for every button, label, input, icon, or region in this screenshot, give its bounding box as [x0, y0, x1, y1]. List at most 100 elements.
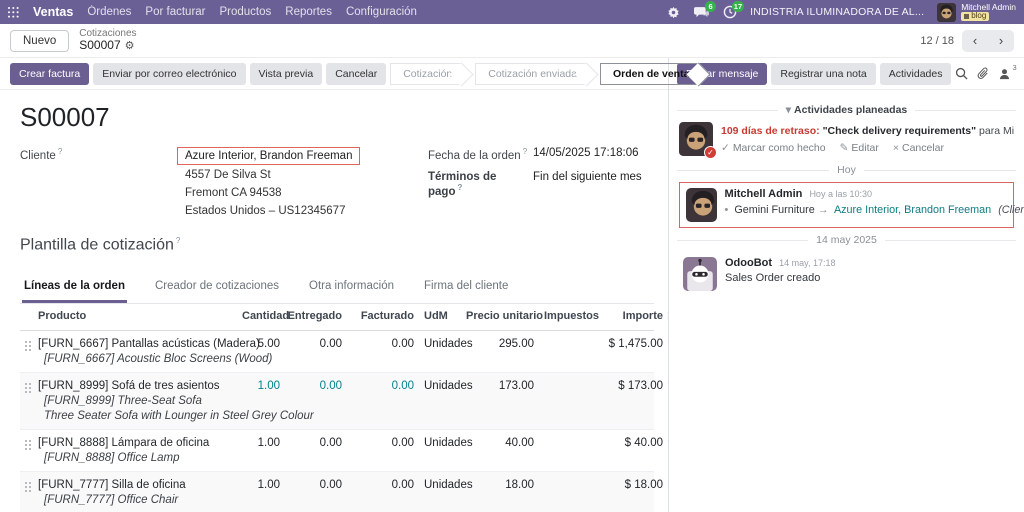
- user-avatar: [937, 2, 957, 22]
- cancel-button[interactable]: Cancelar: [326, 62, 387, 85]
- pager-next-button[interactable]: ›: [988, 30, 1014, 52]
- activities-button[interactable]: Actividades: [879, 62, 952, 85]
- message-tracking[interactable]: Mitchell Admin Hoy a las 10:30 • Gemini …: [679, 182, 1024, 228]
- customer-field[interactable]: Azure Interior, Brandon Freeman: [177, 147, 361, 165]
- table-row[interactable]: [FURN_8999] Sofá de tres asientos [FURN_8…: [20, 372, 668, 430]
- company-name[interactable]: INDISTRIA ILUMINADORA DE AL...: [750, 6, 924, 18]
- apps-grid-icon[interactable]: [8, 6, 19, 18]
- message-body: Sales Order creado: [725, 272, 821, 284]
- drag-handle-icon[interactable]: [20, 331, 36, 350]
- nav-item-reportes[interactable]: Reportes: [285, 6, 332, 18]
- order-date-field[interactable]: 14/05/2025 17:18:06: [533, 147, 639, 162]
- trash-icon[interactable]: [665, 331, 668, 361]
- nav-item-productos[interactable]: Productos: [220, 6, 272, 18]
- col-udm[interactable]: UdM: [416, 304, 464, 328]
- tab-creador-de-cotizaciones[interactable]: Creador de cotizaciones: [153, 273, 281, 303]
- app-name[interactable]: Ventas: [33, 5, 73, 19]
- help-marker: ?: [57, 147, 63, 156]
- form-pane: Crear factura Enviar por correo electrón…: [0, 58, 700, 512]
- order-sheet: S00007 Cliente? Azure Interior, Brandon …: [0, 90, 668, 512]
- message-author[interactable]: OdooBot: [725, 257, 772, 269]
- status-step-orden-de-venta[interactable]: Orden de venta: [599, 62, 700, 85]
- mark-done-link[interactable]: ✓ Marcar como hecho: [721, 142, 826, 154]
- trash-icon[interactable]: [665, 373, 668, 403]
- attachment-icon[interactable]: [977, 67, 989, 80]
- user-menu[interactable]: Mitchell Admin blog: [937, 2, 1016, 22]
- activity-clock-icon[interactable]: 17: [722, 0, 745, 20]
- arrow-right-icon: →: [817, 204, 829, 216]
- customer-label: Cliente?: [20, 147, 63, 162]
- payment-terms-label: Términos de pago?: [428, 170, 497, 198]
- table-row[interactable]: [FURN_7777] Silla de oficina [FURN_7777] …: [20, 471, 668, 512]
- chatter-thread: ▾ Actividades planeadas ✓ 109 días de ret…: [669, 90, 1024, 296]
- tracking-change-line: • Gemini Furniture → Azure Interior, Bra…: [724, 204, 1024, 216]
- order-date-label: Fecha de la orden?: [428, 147, 528, 162]
- statusbar: Cotización Cotización enviada Orden de v…: [390, 62, 712, 85]
- tab-lineas-de-la-orden[interactable]: Líneas de la orden: [22, 273, 127, 303]
- trash-icon[interactable]: [665, 472, 668, 502]
- check-icon: ✓: [721, 142, 730, 154]
- send-email-button[interactable]: Enviar por correo electrónico: [93, 62, 246, 85]
- messages-icon[interactable]: 6: [694, 0, 717, 20]
- nav-item-ordenes[interactable]: Órdenes: [87, 6, 131, 18]
- quotation-template-label: Plantilla de cotización?: [20, 236, 181, 254]
- chatter-pane: Enviar mensaje Registrar una nota Activi…: [669, 58, 1024, 512]
- action-band: Crear factura Enviar por correo electrón…: [0, 58, 700, 90]
- search-icon[interactable]: [955, 67, 968, 80]
- record-actions-gear-icon[interactable]: ⚙: [125, 40, 135, 53]
- tab-firma-del-cliente[interactable]: Firma del cliente: [422, 273, 510, 303]
- activity-assignee: para Mitchell Admin: [979, 125, 1014, 137]
- x-icon: ×: [892, 142, 899, 154]
- create-invoice-button[interactable]: Crear factura: [10, 62, 90, 85]
- control-panel: Nuevo Cotizaciones S00007 ⚙ 12 / 18 ‹ ›: [0, 24, 1024, 58]
- gear-icon[interactable]: [666, 5, 681, 20]
- tag-square-icon: [964, 13, 970, 19]
- col-cantidad[interactable]: Cantidad: [240, 304, 289, 328]
- col-importe[interactable]: Importe: [590, 304, 665, 328]
- drag-handle-icon[interactable]: [20, 430, 36, 449]
- tab-otra-informacion[interactable]: Otra información: [307, 273, 396, 303]
- col-entregado[interactable]: Entregado: [282, 304, 344, 328]
- table-header: Producto Cantidad Entregado Facturado Ud…: [20, 304, 668, 331]
- messages-badge: 6: [705, 0, 717, 12]
- col-facturado[interactable]: Facturado: [344, 304, 416, 328]
- activity-item: ✓ 109 días de retraso: "Check delivery r…: [679, 122, 1014, 159]
- breadcrumb: Cotizaciones S00007 ⚙: [79, 28, 136, 53]
- activity-badge: 17: [731, 0, 745, 12]
- customer-link[interactable]: Azure Interior, Brandon Freeman: [834, 204, 991, 216]
- status-step-cotizacion[interactable]: Cotización: [390, 62, 463, 85]
- cancel-activity-link[interactable]: × Cancelar: [893, 142, 944, 154]
- col-impuestos[interactable]: Impuestos: [536, 304, 599, 328]
- nav-item-por-facturar[interactable]: Por facturar: [145, 6, 205, 18]
- activity-title: "Check delivery requirements": [822, 125, 977, 137]
- pager-prev-button[interactable]: ‹: [962, 30, 988, 52]
- table-row[interactable]: [FURN_6667] Pantallas acústicas (Madera)…: [20, 331, 668, 373]
- table-row[interactable]: [FURN_8888] Lámpara de oficina [FURN_8888…: [20, 430, 668, 472]
- top-navbar: Ventas Órdenes Por facturar Productos Re…: [0, 0, 1024, 24]
- planned-activities-divider: ▾ Actividades planeadas: [677, 104, 1016, 116]
- drag-handle-icon[interactable]: [20, 472, 36, 491]
- trash-icon[interactable]: [665, 430, 668, 460]
- new-button[interactable]: Nuevo: [10, 29, 70, 52]
- message-odoobot[interactable]: OdooBot 14 may, 17:18 Sales Order creado: [677, 252, 1016, 296]
- planned-activities-header[interactable]: ▾ Actividades planeadas: [786, 104, 908, 116]
- order-name: S00007: [20, 102, 110, 132]
- pager: 12 / 18 ‹ ›: [920, 29, 1014, 52]
- optional-columns-icon[interactable]: [665, 304, 668, 330]
- nav-item-configuracion[interactable]: Configuración: [346, 6, 417, 18]
- message-time: 14 may, 17:18: [779, 258, 836, 268]
- preview-button[interactable]: Vista previa: [249, 62, 323, 85]
- edit-activity-link[interactable]: ✎ Editar: [840, 142, 879, 154]
- message-time: Hoy a las 10:30: [809, 189, 872, 199]
- status-step-cotizacion-enviada[interactable]: Cotización enviada: [475, 62, 587, 85]
- col-precio-unitario[interactable]: Precio unitario: [464, 304, 543, 328]
- user-tag-badge: blog: [961, 11, 990, 21]
- user-name: Mitchell Admin: [961, 2, 1016, 13]
- message-author[interactable]: Mitchell Admin: [725, 188, 803, 200]
- payment-terms-field[interactable]: Fin del siguiente mes: [533, 171, 642, 198]
- drag-handle-icon[interactable]: [20, 373, 36, 392]
- col-producto[interactable]: Producto: [36, 304, 240, 328]
- bullet: •: [724, 204, 729, 216]
- log-note-button[interactable]: Registrar una nota: [771, 62, 876, 85]
- followers-icon[interactable]: 3: [998, 63, 1017, 80]
